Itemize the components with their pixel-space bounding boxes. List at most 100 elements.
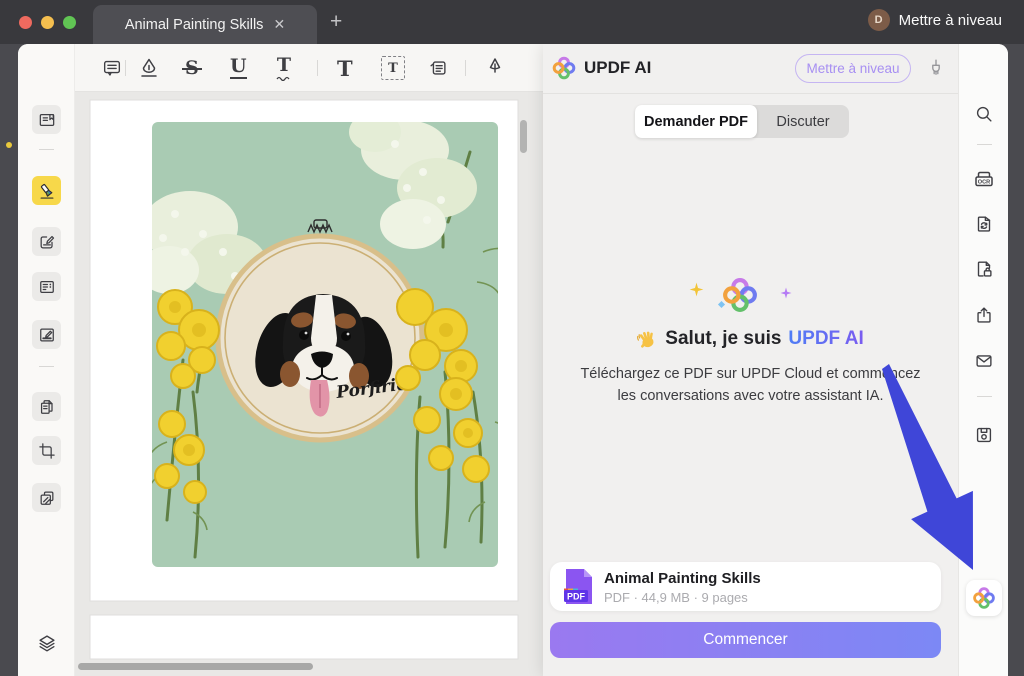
close-window-button[interactable] [19,16,32,29]
watermark-icon [37,488,57,508]
squiggly-tool[interactable]: T [276,55,292,81]
textbox-icon: T [381,56,405,80]
layers-icon [36,632,58,654]
ocr-icon: OCR [972,167,996,191]
text-tool[interactable]: T [337,55,353,81]
strikethrough-tool[interactable]: S [185,55,199,81]
pen-tool[interactable] [483,55,507,81]
ai-panel-header: UPDF AI Mettre à niveau [543,44,958,94]
updf-ai-logo-icon [552,56,576,80]
pdf-page-2[interactable] [90,615,518,659]
updf-ai-icon [972,586,996,610]
rail-ai-button[interactable] [966,580,1002,616]
toolbar-divider [125,60,126,76]
save-icon [973,424,995,446]
sidebar-item-crop[interactable] [32,436,61,465]
comment-tool[interactable] [101,55,123,81]
textbox-tool[interactable]: T [381,55,405,81]
account-avatar[interactable]: D [868,9,890,31]
comment-icon [101,57,123,79]
sidebar-item-edit[interactable] [32,227,61,256]
document-canvas[interactable]: Porfirio [75,92,543,676]
active-tool-indicator-dot [6,142,12,148]
right-rail: OCR [958,44,1008,676]
toolbar-divider [317,60,318,76]
titlebar: Animal Painting Skills ✕ + D Mettre à ni… [0,0,1024,44]
titlebar-upgrade-button[interactable]: D Mettre à niveau [868,9,1002,31]
callout-icon [427,57,449,79]
search-icon [973,103,995,125]
sidebar-divider [39,366,54,367]
greeting-brand: UPDF AI [788,328,863,350]
tab-close-icon[interactable]: ✕ [273,16,285,33]
document-tab-title: Animal Painting Skills [125,17,264,33]
squiggly-icon: T [276,56,292,81]
ocr-icon-label: OCR [978,179,990,185]
ai-panel-title: UPDF AI [584,58,651,78]
new-tab-button[interactable]: + [330,10,342,34]
pdf-file-icon: PDF [564,569,592,604]
file-meta: PDF · 44,9 MB · 9 pages [604,590,748,605]
horizontal-scrollbar[interactable] [78,663,313,670]
underline-tool[interactable]: U [230,55,247,81]
sidebar-item-annotate-active[interactable] [32,176,61,205]
pages-icon [37,397,57,417]
share-icon [973,304,995,326]
highlight-tool[interactable] [137,55,161,81]
edit-icon [37,232,57,252]
sidebar-divider [39,149,54,150]
tab-chat[interactable]: Discuter [757,105,849,138]
underline-icon: U [230,57,247,79]
text-icon: T [337,58,353,79]
greeting-text: Salut, je suis [665,328,781,350]
sign-icon [37,325,57,345]
sidebar-item-form[interactable] [32,272,61,301]
rail-divider [977,144,992,145]
rail-protect-button[interactable] [970,255,998,283]
ai-panel: UPDF AI Mettre à niveau Demander PDF Dis… [543,44,958,676]
sidebar-item-pages[interactable] [32,392,61,421]
rail-ocr-button[interactable]: OCR [970,165,998,193]
tab-ask-pdf[interactable]: Demander PDF [635,105,757,138]
updf-ai-logo-large-icon [721,276,759,314]
panel-upgrade-button[interactable]: Mettre à niveau [795,54,911,83]
sidebar-item-layers[interactable] [32,628,61,657]
app-window: S U T T T f [18,44,1008,676]
left-sidebar [18,44,75,676]
ai-description-line1: Téléchargez ce PDF sur UPDF Cloud et com… [543,364,958,386]
sidebar-item-reader[interactable] [32,105,61,134]
vertical-scrollbar[interactable] [520,120,527,153]
dog-embroidery-photo: Porfirio [139,112,513,567]
strikethrough-icon: S [185,59,199,78]
sidebar-item-sign[interactable] [32,320,61,349]
rail-save-button[interactable] [970,421,998,449]
rail-convert-button[interactable] [970,210,998,238]
crop-icon [37,441,57,461]
minimize-window-button[interactable] [41,16,54,29]
pdf-icon-label: PDF [567,592,586,602]
clean-brush-icon[interactable] [925,57,947,79]
protect-lock-icon [973,258,995,280]
zoom-window-button[interactable] [63,16,76,29]
highlighter-pen-icon [137,56,161,80]
ai-description-line2: les conversations avec votre assistant I… [543,386,958,408]
sidebar-item-watermark[interactable] [32,483,61,512]
mail-icon [973,350,995,372]
rail-mail-button[interactable] [970,347,998,375]
sparkle-icon [689,282,704,297]
annotation-toolbar: S U T T T f [75,44,543,92]
highlighter-icon [37,181,57,201]
start-button[interactable]: Commencer [550,622,941,658]
rail-divider [977,396,992,397]
rail-share-button[interactable] [970,301,998,329]
callout-tool[interactable] [427,55,449,81]
reader-icon [37,110,57,130]
document-tab[interactable]: Animal Painting Skills ✕ [93,5,317,44]
pdf-file-card[interactable]: PDF Animal Painting Skills PDF · 44,9 MB… [550,562,941,611]
ai-welcome-block: Salut, je suis UPDF AI Téléchargez ce PD… [543,276,958,408]
sparkle-icon [780,287,792,299]
file-name: Animal Painting Skills [604,570,761,587]
rail-search-button[interactable] [970,100,998,128]
wave-hand-icon [637,329,658,350]
ai-mode-tabs: Demander PDF Discuter [635,105,849,138]
